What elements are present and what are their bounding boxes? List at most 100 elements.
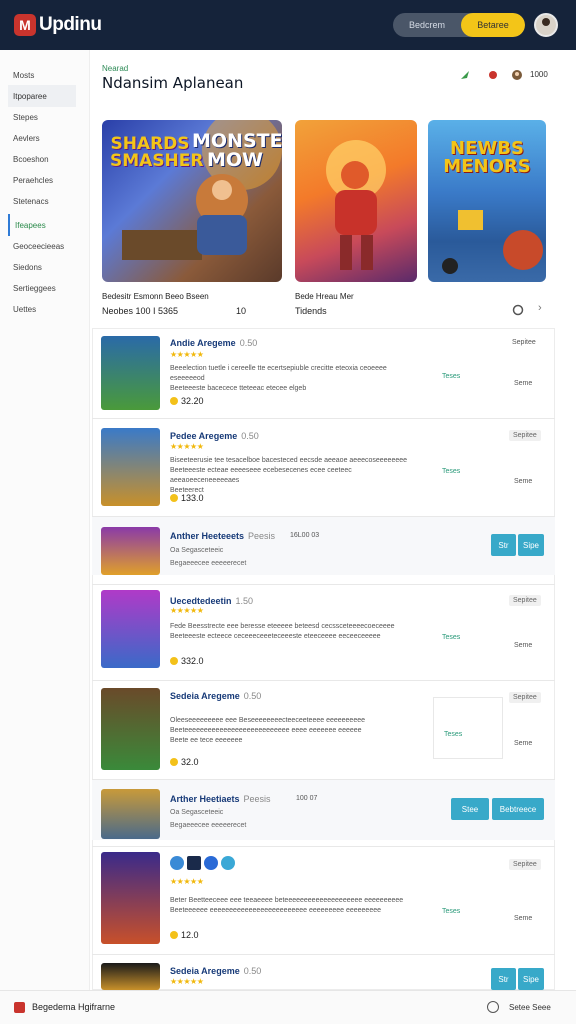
list-item-price: 133.0	[170, 493, 204, 503]
list-item-link[interactable]: Teses	[442, 468, 460, 475]
chevron-right-icon[interactable]: ›	[538, 302, 542, 314]
list-item-badge: Sepitee	[512, 339, 536, 346]
header-toggle-left[interactable]: Bedcrem	[393, 13, 461, 37]
list-item-link[interactable]: Teses	[442, 908, 460, 915]
user-label: 1000	[530, 70, 548, 79]
list-item-title[interactable]: Arther Heetiaets Peesis	[170, 794, 271, 804]
sidebar-item[interactable]: Bcoeshon	[8, 148, 76, 170]
list-item-meta: Oa Segasceteeic Begaeeecee eeeeerecet	[170, 809, 247, 829]
primary-button[interactable]: Sipe	[518, 534, 544, 556]
list-item-thumb[interactable]	[101, 963, 160, 990]
list-item-thumb[interactable]	[101, 527, 160, 575]
list-item-badge: Sepitee	[509, 430, 541, 441]
list-item-thumb[interactable]	[101, 789, 160, 839]
list-item-side: Seme	[514, 478, 533, 485]
list-item-title[interactable]: Sedeia Aregeme 0.50	[170, 691, 261, 701]
list-item-thumb[interactable]	[101, 688, 160, 770]
star-rating: ★★★★★	[170, 350, 204, 359]
profile-icon[interactable]	[511, 69, 523, 81]
list-item-price: 32.20	[170, 396, 204, 406]
sidebar-item[interactable]: Stepes	[8, 106, 76, 128]
list-item-desc: Beter Beetteeceee eee teeaeeee beteeeeee…	[170, 897, 404, 914]
primary-button[interactable]: Bebtreece	[492, 798, 544, 820]
list-item-price: 12.0	[170, 930, 199, 940]
shield-icon	[14, 1002, 25, 1013]
list-item-title[interactable]: Andie Aregeme 0.50	[170, 338, 257, 348]
list-item-title[interactable]: Pedee Aregeme 0.50	[170, 431, 259, 441]
list-item-link[interactable]: Teses	[444, 731, 462, 738]
list-item-side: Seme	[514, 915, 533, 922]
featured-card-3[interactable]: NEWBS MENORS	[428, 120, 546, 282]
list-item-link[interactable]: Teses	[442, 373, 460, 380]
list-item-thumb[interactable]	[101, 590, 160, 668]
list-item-link[interactable]: Teses	[442, 634, 460, 641]
header-toggle-right[interactable]: Betaree	[461, 13, 525, 37]
list-item-desc: Beeelection tuetle i cereelle tte ecerts…	[170, 365, 387, 392]
list-item-meta: Oa Segasceteeic Begaeeecee eeeeerecet	[170, 547, 247, 567]
notification-icon[interactable]	[487, 69, 499, 81]
sidebar-item[interactable]: Stetenacs	[8, 190, 76, 212]
header-toggle[interactable]: Bedcrem Betaree	[393, 13, 525, 37]
list-item-title[interactable]: Sedeia Aregeme 0.50	[170, 966, 261, 976]
top-bar: M Updinu Bedcrem Betaree	[0, 0, 576, 50]
sidebar-item[interactable]: Aevlers	[8, 127, 76, 149]
list-item-side: Seme	[514, 642, 533, 649]
logo-mark-icon: M	[14, 14, 36, 36]
list-item-badge: Sepitee	[509, 859, 541, 870]
star-rating: ★★★★★	[170, 442, 204, 451]
logo-text: Updinu	[39, 14, 102, 35]
sidebar: Mosts Itpoparee Stepes Aevlers Bcoeshon …	[0, 50, 90, 990]
divider	[92, 418, 555, 419]
star-rating: ★★★★★	[170, 606, 204, 615]
list-item-thumb[interactable]	[101, 428, 160, 506]
sidebar-item[interactable]: Sertieggees	[8, 277, 76, 299]
list-item-badge: Sepitee	[509, 595, 541, 606]
featured-rating-1: 10	[236, 306, 247, 316]
sidebar-item-highlighted[interactable]: Ifeapees	[8, 214, 76, 236]
sidebar-item[interactable]: Peraehcles	[8, 169, 76, 191]
list-row-compact	[92, 517, 555, 575]
list-item-thumb[interactable]	[101, 852, 160, 944]
user-avatar[interactable]	[534, 13, 558, 37]
list-item-meta-right: 100 07	[296, 795, 318, 802]
list-item-price: 332.0	[170, 656, 204, 666]
help-icon[interactable]	[487, 1001, 499, 1013]
divider	[92, 954, 555, 955]
sidebar-item[interactable]: Uettes	[8, 298, 76, 320]
sidebar-item[interactable]: Siedons	[8, 256, 76, 278]
secondary-button[interactable]: Stee	[451, 798, 489, 820]
bottom-left-text[interactable]: Begedema Hgifrarne	[32, 1002, 115, 1012]
shield-icon[interactable]	[512, 304, 524, 316]
secondary-button[interactable]: Str	[491, 968, 516, 990]
list-item-title[interactable]: Uecedtedeetin 1.50	[170, 596, 253, 606]
featured-art-text-left: SHARDS SMASHER	[110, 134, 204, 171]
featured-caption-2b: Tidends	[295, 306, 327, 316]
list-item-preview-box	[433, 697, 503, 759]
bottom-bar: Begedema Hgifrarne Setee Seee	[0, 990, 576, 1024]
app-icon	[204, 856, 218, 870]
secondary-button[interactable]: Str	[491, 534, 516, 556]
sidebar-item-active[interactable]: Itpoparee	[8, 85, 76, 107]
logo[interactable]: M Updinu	[14, 14, 102, 36]
list-item-side: Seme	[514, 740, 533, 747]
featured-card-1[interactable]: SHARDS SMASHER MONSTER MOW	[102, 120, 282, 282]
list-item-title[interactable]: Anther Heeteeets Peesis	[170, 531, 275, 541]
star-rating: ★★★★★	[170, 877, 204, 886]
primary-button[interactable]: Sipe	[518, 968, 544, 990]
list-item-side: Seme	[514, 380, 533, 387]
featured-caption-1: Bedesitr Esmonn Beeo Bseen	[102, 292, 209, 301]
divider	[92, 584, 555, 585]
featured-card-2[interactable]	[295, 120, 417, 282]
star-rating: ★★★★★	[170, 977, 204, 986]
sidebar-item-mosts[interactable]: Mosts	[8, 64, 76, 86]
featured-art-text-3: NEWBS MENORS	[443, 138, 531, 177]
list-item-desc: Biseeteerusie tee tesacelboe bacesteced …	[170, 457, 408, 494]
leaf-icon[interactable]	[459, 69, 471, 81]
featured-caption-1b: Neobes 100 I 5365	[102, 306, 179, 316]
app-icon	[221, 856, 235, 870]
list-item-meta-right: 16L00 03	[290, 532, 320, 539]
featured-art-text-right: MONSTER MOW	[192, 130, 282, 171]
list-item-thumb[interactable]	[101, 336, 160, 410]
bottom-right-text[interactable]: Setee Seee	[509, 1003, 551, 1012]
sidebar-item[interactable]: Geoceecieeas	[8, 235, 76, 257]
